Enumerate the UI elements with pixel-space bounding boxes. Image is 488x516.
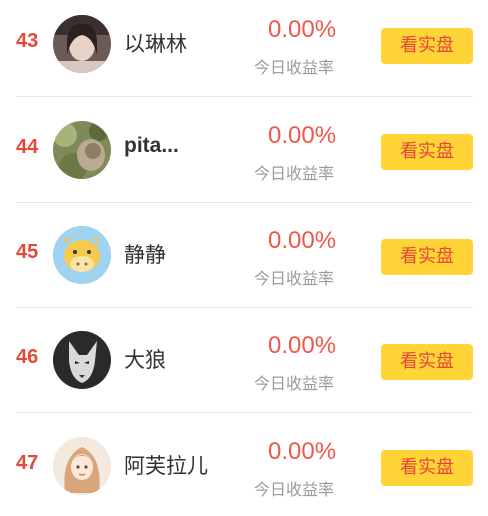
daily-return-label: 今日收益率 — [254, 164, 335, 183]
daily-return-value: 0.00% — [268, 227, 337, 254]
view-portfolio-button[interactable]: 看实盘 — [381, 239, 473, 275]
rank-number: 43 — [16, 30, 39, 52]
list-item[interactable]: 45 静静 0.00% 今日收益率 看实盘 — [0, 203, 488, 308]
avatar[interactable] — [53, 15, 111, 73]
avatar[interactable] — [53, 121, 111, 179]
view-portfolio-button[interactable]: 看实盘 — [381, 450, 473, 486]
rank-number: 45 — [16, 241, 39, 263]
daily-return-value: 0.00% — [268, 16, 337, 43]
view-portfolio-button[interactable]: 看实盘 — [381, 28, 473, 64]
rank-number: 46 — [16, 346, 39, 368]
avatar[interactable] — [53, 437, 111, 495]
daily-return-value: 0.00% — [268, 438, 337, 465]
avatar[interactable] — [53, 331, 111, 389]
list-item[interactable]: 43 以琳林 0.00% 今日收益率 看实盘 — [0, 0, 488, 97]
rank-number: 47 — [16, 452, 39, 474]
daily-return-label: 今日收益率 — [254, 269, 335, 288]
divider — [16, 412, 473, 413]
list-item[interactable]: 47 阿芙拉儿 0.00% 今日收益率 看实盘 — [0, 414, 488, 516]
user-name: 静静 — [124, 243, 166, 267]
view-portfolio-button[interactable]: 看实盘 — [381, 134, 473, 170]
divider — [16, 96, 473, 97]
daily-return-label: 今日收益率 — [254, 480, 335, 499]
daily-return-value: 0.00% — [268, 122, 337, 149]
daily-return-value: 0.00% — [268, 332, 337, 359]
user-name: 大狼 — [124, 348, 166, 372]
daily-return-label: 今日收益率 — [254, 58, 335, 77]
list-item[interactable]: 46 大狼 0.00% 今日收益率 看实盘 — [0, 308, 488, 413]
list-item[interactable]: 44 pita... 0.00% 今日收益率 看实盘 — [0, 98, 488, 203]
avatar[interactable] — [53, 226, 111, 284]
user-name: 以琳林 — [124, 32, 187, 56]
rank-number: 44 — [16, 136, 39, 158]
view-portfolio-button[interactable]: 看实盘 — [381, 344, 473, 380]
user-name: pita... — [124, 134, 179, 157]
daily-return-label: 今日收益率 — [254, 374, 335, 393]
user-name: 阿芙拉儿 — [124, 454, 208, 478]
leaderboard-list: 43 以琳林 0.00% 今日收益率 看实盘 44 pita... 0.00% … — [0, 0, 488, 516]
